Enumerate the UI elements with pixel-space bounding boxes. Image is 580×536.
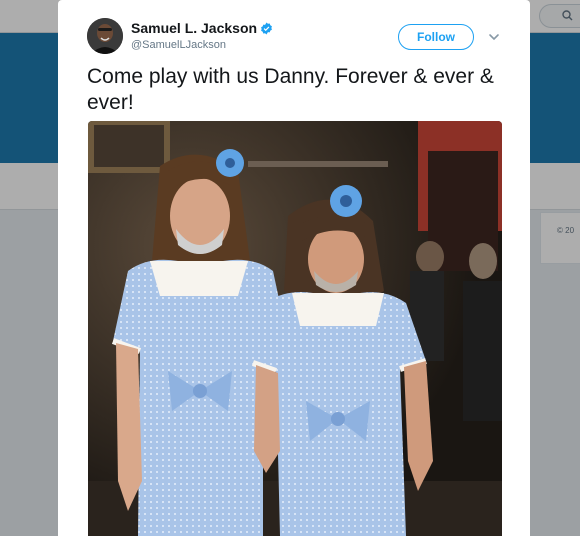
tweet-text: Come play with us Danny. Forever & ever … [87, 65, 494, 114]
avatar[interactable] [87, 18, 123, 54]
verified-badge-icon [260, 22, 273, 38]
chevron-down-icon[interactable] [487, 30, 501, 44]
follow-button[interactable]: Follow [398, 24, 474, 50]
author-display-name[interactable]: Samuel L. Jackson [131, 20, 273, 38]
author-handle[interactable]: @SamuelLJackson [131, 39, 226, 51]
author-name-text: Samuel L. Jackson [131, 20, 258, 36]
tweet-card: Samuel L. Jackson @SamuelLJackson Follow… [58, 0, 530, 536]
tweet-photo[interactable] [88, 121, 502, 536]
